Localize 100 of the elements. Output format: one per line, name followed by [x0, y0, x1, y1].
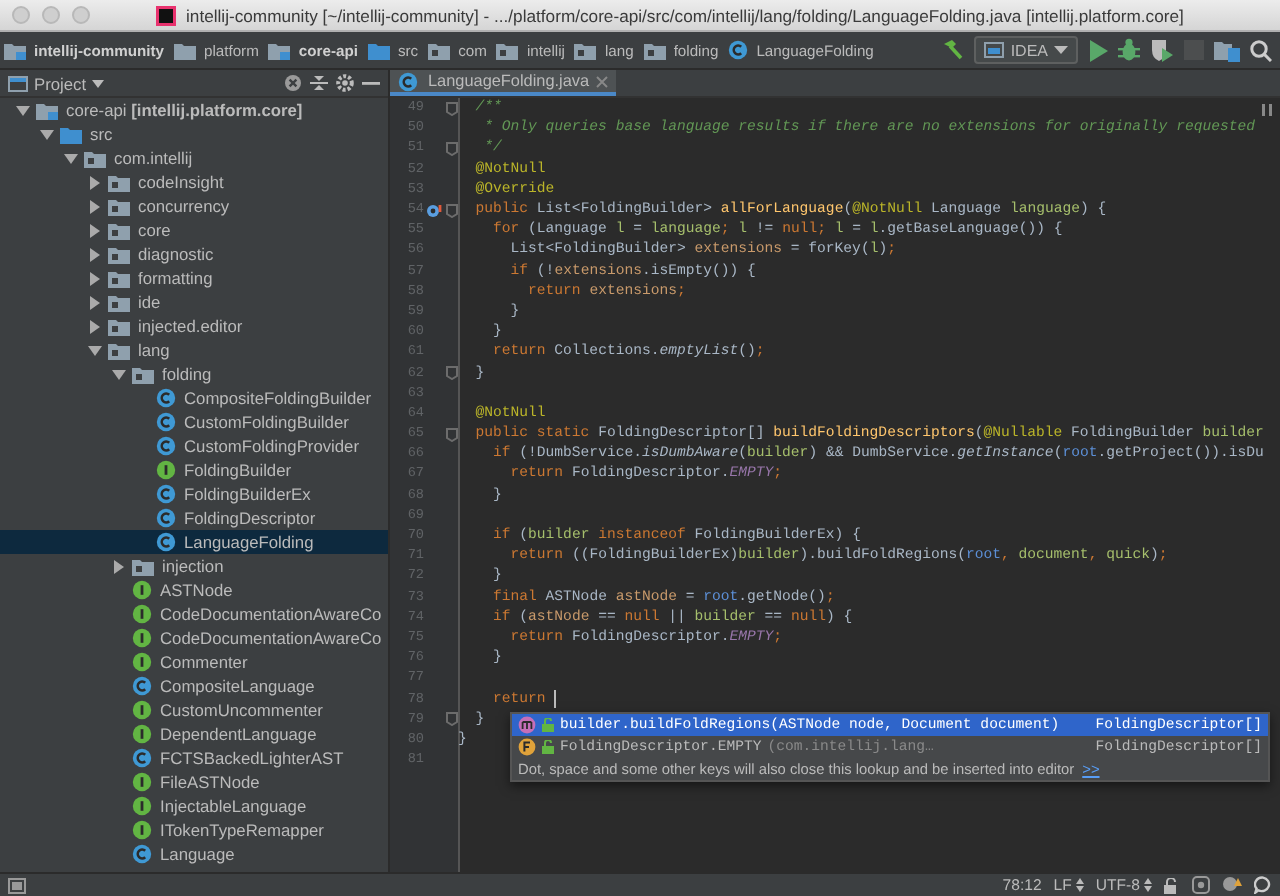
hammer-icon[interactable]: [940, 38, 965, 62]
updown-icon[interactable]: [1144, 878, 1152, 892]
tree-item-label: CompositeFoldingBuilder: [184, 388, 372, 408]
expand-arrow-icon[interactable]: [84, 223, 104, 237]
expand-arrow-icon[interactable]: [84, 175, 104, 189]
tree-row[interactable]: com.intellij: [0, 146, 388, 170]
panel-toggle-icon[interactable]: [8, 877, 26, 893]
tree-row[interactable]: FileASTNode: [0, 770, 388, 794]
window-icon: [984, 42, 1005, 58]
tree-item-label: CodeDocumentationAwareCo: [160, 604, 382, 624]
tree-row[interactable]: LanguageFolding: [0, 530, 388, 554]
folder-icon: [60, 125, 82, 143]
tree-row[interactable]: core-api [intellij.platform.core]: [0, 98, 388, 122]
class-icon: [156, 532, 176, 552]
speech-bubble-icon[interactable]: [1254, 876, 1272, 894]
panel-title[interactable]: Project: [34, 73, 87, 93]
tree-row[interactable]: FoldingDescriptor: [0, 506, 388, 530]
tree-item-label: InjectableLanguage: [160, 796, 307, 816]
tree-item-label: codeInsight: [138, 172, 224, 192]
fold-marker-icon[interactable]: [445, 427, 457, 442]
expand-arrow-icon[interactable]: [84, 271, 104, 285]
expand-arrow-icon[interactable]: [84, 247, 104, 261]
tree-row[interactable]: ASTNode: [0, 578, 388, 602]
tree-item-label: FoldingDescriptor: [184, 508, 316, 528]
minimize-icon[interactable]: [362, 81, 380, 85]
tree-row[interactable]: FoldingBuilderEx: [0, 482, 388, 506]
folder-grid-icon[interactable]: [1214, 39, 1240, 61]
expand-arrow-icon[interactable]: [108, 367, 128, 381]
class-icon: [132, 676, 152, 696]
expand-arrow-icon[interactable]: [36, 127, 56, 141]
tree-item-label: core-api [intellij.platform.core]: [66, 100, 303, 120]
tree-row[interactable]: injection: [0, 554, 388, 578]
tree-item-label: CustomUncommenter: [160, 700, 323, 720]
interface-icon: [132, 628, 152, 648]
tree-row[interactable]: codeInsight: [0, 170, 388, 194]
expand-arrow-icon[interactable]: [84, 199, 104, 213]
tree-item-label: concurrency: [138, 196, 230, 216]
expand-arrow-icon[interactable]: [84, 319, 104, 333]
tree-item-label: FoldingBuilderEx: [184, 484, 311, 504]
fold-marker-icon[interactable]: [445, 712, 457, 727]
package-icon: [132, 557, 154, 575]
search-icon[interactable]: [1250, 39, 1272, 61]
tree-row[interactable]: CompositeLanguage: [0, 674, 388, 698]
tree-row[interactable]: formatting: [0, 266, 388, 290]
bars-icon[interactable]: [1262, 104, 1272, 116]
updown-icon[interactable]: [1075, 878, 1084, 892]
tree-row[interactable]: CodeDocumentationAwareCo: [0, 602, 388, 626]
expand-arrow-icon[interactable]: [84, 343, 104, 357]
run-config-dropdown[interactable]: IDEA: [974, 36, 1078, 64]
tree-row[interactable]: DependentLanguage: [0, 722, 388, 746]
tree-row[interactable]: ITokenTypeRemapper: [0, 818, 388, 842]
fold-marker-icon[interactable]: [445, 203, 457, 218]
tree-row[interactable]: InjectableLanguage: [0, 794, 388, 818]
tree-row[interactable]: CodeDocumentationAwareCo: [0, 626, 388, 650]
tree-row[interactable]: lang: [0, 338, 388, 362]
editor-tab[interactable]: LanguageFolding.java: [390, 70, 616, 96]
tree-item-label: injected.editor: [138, 316, 243, 336]
package-icon: [108, 269, 130, 287]
event-log-icon[interactable]: [1222, 876, 1242, 894]
tree-row[interactable]: CompositeFoldingBuilder: [0, 386, 388, 410]
inspector-icon[interactable]: [1192, 876, 1210, 894]
bug-icon[interactable]: [1118, 38, 1140, 62]
collapse-all-icon[interactable]: [310, 74, 328, 92]
dropdown-caret-icon[interactable]: [92, 79, 105, 87]
tree-row[interactable]: folding: [0, 362, 388, 386]
override-marker-icon[interactable]: [425, 203, 443, 218]
tree-row[interactable]: concurrency: [0, 194, 388, 218]
tree-row[interactable]: CustomUncommenter: [0, 698, 388, 722]
tree-row[interactable]: ide: [0, 290, 388, 314]
run-icon[interactable]: [1088, 39, 1108, 61]
tree-row[interactable]: FoldingBuilder: [0, 458, 388, 482]
tree-item-label: CustomFoldingProvider: [184, 436, 360, 456]
tree-row[interactable]: src: [0, 122, 388, 146]
tree-row[interactable]: FCTSBackedLighterAST: [0, 746, 388, 770]
window-title: intellij-community [~/intellij-community] - .../platform/core-api/src/com/intellij/lang/folding/LanguageFolding.java [intellij.platform.core]: [186, 5, 1184, 25]
tree-row[interactable]: core: [0, 218, 388, 242]
expand-arrow-icon[interactable]: [12, 103, 32, 117]
tree-row[interactable]: CustomFoldingProvider: [0, 434, 388, 458]
locate-icon[interactable]: [284, 74, 302, 92]
fold-marker-icon[interactable]: [445, 101, 457, 116]
shield-run-icon[interactable]: [1150, 38, 1174, 62]
settings-icon[interactable]: [336, 74, 354, 92]
fold-marker-icon[interactable]: [445, 141, 457, 156]
class-icon: [132, 844, 152, 864]
fold-marker-icon[interactable]: [445, 366, 457, 381]
tree-row[interactable]: diagnostic: [0, 242, 388, 266]
expand-arrow-icon[interactable]: [84, 295, 104, 309]
tree-row[interactable]: Language: [0, 842, 388, 866]
interface-icon: [132, 604, 152, 624]
tree-item-label: src: [90, 124, 113, 144]
unlocked-icon[interactable]: [1164, 877, 1180, 893]
class-icon: [132, 748, 152, 768]
tree-row[interactable]: Commenter: [0, 650, 388, 674]
expand-arrow-icon[interactable]: [108, 559, 128, 573]
expand-arrow-icon[interactable]: [60, 151, 80, 165]
tree-row[interactable]: injected.editor: [0, 314, 388, 338]
tree-row[interactable]: CustomFoldingBuilder: [0, 410, 388, 434]
interface-icon: [132, 700, 152, 720]
unlocked-icon: [542, 740, 554, 754]
tree-item-label: ITokenTypeRemapper: [160, 820, 324, 840]
